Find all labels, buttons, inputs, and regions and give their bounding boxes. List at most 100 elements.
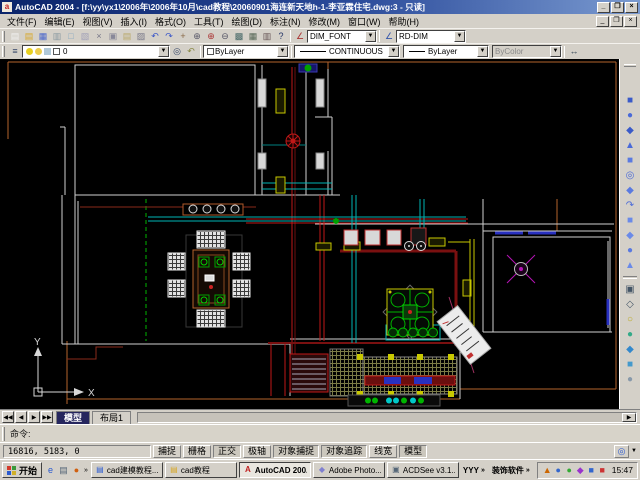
wedge-icon[interactable]: ◆ [622, 123, 639, 138]
slice-icon[interactable]: ■ [622, 213, 639, 228]
print-preview-icon[interactable]: □ [64, 30, 78, 43]
section-icon[interactable]: ◆ [622, 228, 639, 243]
menu-draw[interactable]: 绘图(D) [228, 15, 267, 28]
grid-toggle[interactable]: 栅格 [183, 445, 211, 458]
linetype-dropdown[interactable]: CONTINUOUS ▼ [294, 45, 400, 58]
doc-close-button[interactable]: × [624, 16, 637, 27]
new-file-icon[interactable]: ▤ [8, 30, 22, 43]
menu-help[interactable]: 帮助(H) [385, 15, 424, 28]
properties-icon[interactable]: ▩ [232, 30, 246, 43]
redo-icon[interactable]: ↷ [162, 30, 176, 43]
undo-icon[interactable]: ↶ [148, 30, 162, 43]
antivirus-icon[interactable]: ■ [586, 464, 597, 477]
tab-next-button[interactable]: ▶ [28, 411, 40, 423]
dropdown-arrow-icon[interactable]: ▼ [277, 46, 288, 57]
input-method-icon[interactable]: ■ [597, 464, 608, 477]
ortho-toggle[interactable]: 正交 [213, 445, 241, 458]
dropdown-arrow-icon[interactable]: ▼ [388, 46, 399, 57]
model-paper-toggle[interactable]: 模型 [399, 445, 427, 458]
tab-first-button[interactable]: ◀◀ [2, 411, 14, 423]
lights-icon[interactable]: ○ [622, 312, 639, 327]
render-icon[interactable]: ▣ [622, 282, 639, 297]
make-object-layer-current-icon[interactable]: ◎ [170, 45, 184, 58]
publish-icon[interactable]: ▧ [78, 30, 92, 43]
extrude-icon[interactable]: ◆ [622, 183, 639, 198]
zoom-window-icon[interactable]: ⊕ [204, 30, 218, 43]
designcenter-icon[interactable]: ▦ [246, 30, 260, 43]
graphics-tray-icon[interactable]: ▲ [542, 464, 553, 477]
dim-style-dropdown[interactable]: RD-DIM ▼ [396, 30, 466, 43]
tab-last-button[interactable]: ▶▶ [41, 411, 53, 423]
dropdown-arrow-icon[interactable]: ▼ [454, 31, 465, 42]
color-dropdown[interactable]: ByLayer ▼ [203, 45, 289, 58]
interfere-icon[interactable]: ● [622, 243, 639, 258]
menu-dimension[interactable]: 标注(N) [266, 15, 305, 28]
doc-minimize-button[interactable]: _ [596, 16, 609, 27]
toolbar-grip[interactable] [2, 46, 5, 57]
cut-icon[interactable]: × [92, 30, 106, 43]
polar-toggle[interactable]: 极轴 [243, 445, 271, 458]
floor-plan-drawing[interactable]: Y X [0, 59, 620, 409]
zoom-realtime-icon[interactable]: ⊕ [190, 30, 204, 43]
toolbar-grip[interactable] [624, 64, 636, 67]
dropdown-arrow-icon[interactable]: ▼ [158, 46, 169, 57]
taskbar-item-acdsee[interactable]: ▣ ACDSee v3.1... [387, 462, 459, 478]
doc-restore-button[interactable]: ❐ [610, 16, 623, 27]
taskbar-item-cad-modeling[interactable]: ▤ cad建模教程... [91, 462, 163, 478]
taskbar-item-autocad[interactable]: A AutoCAD 200... [239, 462, 311, 478]
dim-angular-icon[interactable]: ∠ [382, 30, 396, 43]
menu-file[interactable]: 文件(F) [3, 15, 41, 28]
horizontal-scrollbar[interactable]: ▶ [137, 412, 637, 423]
dropdown-arrow-icon[interactable]: ▼ [477, 46, 488, 57]
updater-icon[interactable]: ◆ [575, 464, 586, 477]
save-icon[interactable]: ▦ [36, 30, 50, 43]
tool-palettes-icon[interactable]: ▥ [260, 30, 274, 43]
toolbar-overflow-chevron[interactable]: » [525, 467, 531, 474]
restore-button[interactable]: ❐ [611, 2, 624, 13]
layer-dropdown[interactable]: 0 ▼ [22, 45, 170, 58]
revolve-icon[interactable]: ↷ [622, 198, 639, 213]
copy-icon[interactable]: ▣ [106, 30, 120, 43]
torus-icon[interactable]: ◎ [622, 168, 639, 183]
taskbar-item-photoshop[interactable]: ◆ Adobe Photo... [313, 462, 385, 478]
desktop-toolbar-yyy[interactable]: YYY » [461, 466, 488, 475]
background-icon[interactable]: ■ [622, 357, 639, 372]
dropdown-arrow-icon[interactable]: ▼ [365, 31, 376, 42]
dim-linear-icon[interactable]: ↔ [567, 45, 581, 58]
osnap-toggle[interactable]: 对象捕捉 [273, 445, 319, 458]
setup-profile-icon[interactable]: ▲ [622, 258, 639, 273]
menu-insert[interactable]: 插入(I) [117, 15, 152, 28]
ie-icon[interactable]: e [44, 464, 57, 477]
help-icon[interactable]: ? [274, 30, 288, 43]
menu-format[interactable]: 格式(O) [151, 15, 190, 28]
menu-tools[interactable]: 工具(T) [190, 15, 228, 28]
menu-window[interactable]: 窗口(W) [344, 15, 385, 28]
open-file-icon[interactable]: ▤ [22, 30, 36, 43]
toolbar-overflow-chevron[interactable]: » [480, 467, 486, 474]
messenger-icon[interactable]: ● [564, 464, 575, 477]
menu-view[interactable]: 视图(V) [79, 15, 117, 28]
materials-icon[interactable]: ● [622, 327, 639, 342]
show-desktop-icon[interactable]: ▤ [57, 464, 70, 477]
lineweight-toggle[interactable]: 线宽 [369, 445, 397, 458]
layer-previous-icon[interactable]: ↶ [184, 45, 198, 58]
zoom-previous-icon[interactable]: ⊖ [218, 30, 232, 43]
pan-icon[interactable]: + [176, 30, 190, 43]
close-button[interactable]: × [625, 2, 638, 13]
tab-prev-button[interactable]: ◀ [15, 411, 27, 423]
volume-icon[interactable]: ● [553, 464, 564, 477]
plot-icon[interactable]: ▥ [50, 30, 64, 43]
layer-properties-icon[interactable]: ≡ [8, 45, 22, 58]
command-window-grip[interactable] [2, 427, 5, 441]
sphere-icon[interactable]: ● [622, 108, 639, 123]
fog-icon[interactable]: ● [622, 372, 639, 387]
mapping-icon[interactable]: ◆ [622, 342, 639, 357]
otrack-toggle[interactable]: 对象追踪 [321, 445, 367, 458]
lineweight-dropdown[interactable]: ByLayer ▼ [403, 45, 489, 58]
drawing-area[interactable]: Y X ■●◆▲■◎◆↷■◆●▲ ▣◇○●◆■● [0, 59, 640, 409]
taskbar-item-cad-folder[interactable]: ▤ cad教程 [165, 462, 237, 478]
tab-layout1[interactable]: 布局1 [92, 411, 131, 424]
desktop-toolbar-decor[interactable]: 装饰软件 » [490, 465, 533, 476]
snap-toggle[interactable]: 捕捉 [153, 445, 181, 458]
dim-style-icon[interactable]: ∠ [293, 30, 307, 43]
